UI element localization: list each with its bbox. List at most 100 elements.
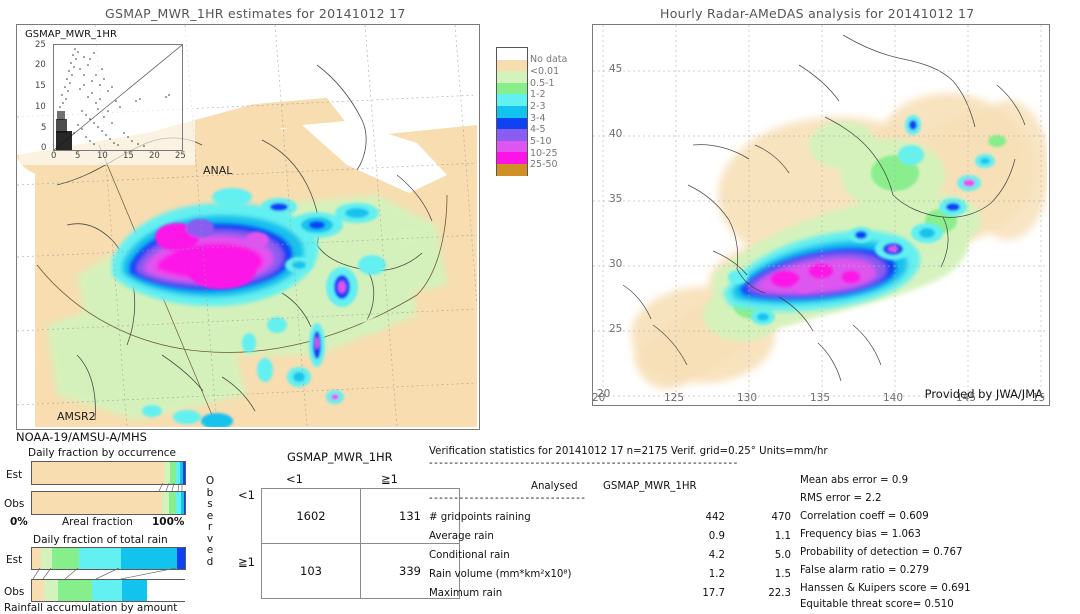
radar-amedas-map[interactable]: 45 40 35 30 25 20 20 Provided by JWA/JMA xyxy=(592,24,1050,406)
inset-ytick-20: 20 xyxy=(35,60,46,70)
contingency-col-lt1: <1 xyxy=(286,472,303,486)
seg-05to1 xyxy=(41,548,52,569)
colorbar-label-4to5: 4-5 xyxy=(530,124,546,135)
colorbar-label-2to3: 2-3 xyxy=(530,101,546,112)
corner-lat-label: 20 xyxy=(617,404,630,405)
inset-xtick-20: 20 xyxy=(149,151,160,161)
scatter-points xyxy=(53,44,183,151)
areal-axis-right: 100% xyxy=(152,516,185,528)
totalrain-obs-bar[interactable] xyxy=(31,579,185,602)
inset-xtick-0: 0 xyxy=(51,151,57,161)
occurrence-chart-title: Daily fraction by occurrence xyxy=(28,447,176,459)
score-correlation-coeff: Correlation coeff = 0.609 xyxy=(800,511,929,522)
seg-4to5 xyxy=(183,462,185,484)
stat-label-average-rain: Average rain xyxy=(429,531,494,542)
seg-lt001 xyxy=(32,548,42,569)
contingency-row-ge1: ≧1 xyxy=(238,555,255,569)
occurrence-connector-lines xyxy=(158,483,183,491)
lat-tick-45: 45 xyxy=(609,63,623,75)
lat-tick-30: 30 xyxy=(609,258,623,270)
colorbar-swatch-2to3 xyxy=(496,94,528,106)
inset-ytick-5: 5 xyxy=(41,123,47,133)
seg-nodata xyxy=(32,492,163,514)
colorbar-label-10to25: 10-25 xyxy=(530,148,558,159)
colorbar-label-lt001: <0.01 xyxy=(530,66,560,77)
colorbar-label-1to2: 1-2 xyxy=(530,89,546,100)
occurrence-est-label: Est xyxy=(6,469,23,481)
colorbar-swatch-05to1 xyxy=(496,71,528,83)
scatter-inset[interactable]: GSMAP_MWR_1HR 25 20 15 10 5 0 0 5 10 15 … xyxy=(19,27,195,165)
colorbar-swatch-3to4 xyxy=(496,105,528,118)
stat-analysed-conditional-rain: 4.2 xyxy=(708,550,725,561)
seg-05to1 xyxy=(44,580,58,601)
totalrain-caption: Rainfall accumulation by amount xyxy=(4,602,178,614)
score-rms-error: RMS error = 2.2 xyxy=(800,493,882,504)
gsmap-estimate-map[interactable]: GSMAP_MWR_1HR 25 20 15 10 5 0 0 5 10 15 … xyxy=(16,24,480,430)
stat-analysed-maximum-rain: 17.7 xyxy=(702,588,725,599)
occurrence-obs-bar[interactable] xyxy=(31,491,186,515)
seg-05to1 xyxy=(162,492,169,514)
colorbar-swatch-25to50 xyxy=(496,152,528,164)
score-false-alarm-ratio: False alarm ratio = 0.279 xyxy=(800,565,929,576)
verification-subdivider: ------------------------------- xyxy=(429,493,587,504)
cell-hit-lt1-lt1: 1602 xyxy=(261,488,361,544)
occurrence-est-bar[interactable] xyxy=(31,461,186,485)
rain-rate-colorbar: No data <0.01 0.5-1 1-2 2-3 3-4 4-5 5-10… xyxy=(496,47,567,176)
totalrain-obs-label: Obs xyxy=(4,586,25,598)
seg-lt001 xyxy=(32,580,45,601)
seg-1to2 xyxy=(51,548,80,569)
stat-estimate-conditional-rain: 5.0 xyxy=(774,550,791,561)
stat-estimate-rain-volume: 1.5 xyxy=(774,569,791,580)
totalrain-est-label: Est xyxy=(6,554,23,566)
map-credit: Provided by JWA/JMA xyxy=(924,387,1043,401)
col-header-estimate: GSMAP_MWR_1HR xyxy=(603,481,697,492)
right-panel-title: Hourly Radar-AMeDAS analysis for 2014101… xyxy=(660,6,975,21)
totalrain-connector-lines xyxy=(32,568,177,579)
colorbar-label-5to10: 5-10 xyxy=(530,136,552,147)
seg-4to5 xyxy=(177,548,185,569)
seg-1to2 xyxy=(168,492,176,514)
verification-header: Verification statistics for 20141012 17 … xyxy=(429,446,828,457)
inset-xtick-10: 10 xyxy=(97,151,108,161)
colorbar-label-3to4: 3-4 xyxy=(530,113,546,124)
seg-3to4 xyxy=(122,580,147,601)
lat-tick-35: 35 xyxy=(609,193,623,205)
totalrain-est-bar[interactable] xyxy=(31,547,186,570)
lon-tick-150: 15 xyxy=(1032,392,1046,404)
seg-1to2 xyxy=(58,580,92,601)
occurrence-obs-label: Obs xyxy=(4,498,25,510)
lon-tick-130: 130 xyxy=(737,392,758,404)
contingency-header: GSMAP_MWR_1HR xyxy=(287,450,393,464)
areal-axis-title: Areal fraction xyxy=(62,516,133,528)
seg-3to4 xyxy=(120,548,178,569)
score-equitable-threat: Equitable threat score= 0.510 xyxy=(800,599,954,610)
seg-empty xyxy=(146,580,185,601)
inset-ytick-0: 0 xyxy=(41,143,47,153)
stat-analysed-rain-volume: 1.2 xyxy=(708,569,725,580)
seg-nodata xyxy=(32,462,164,484)
stat-label-conditional-rain: Conditional rain xyxy=(429,550,510,561)
colorbar-swatch-5to10 xyxy=(496,129,528,141)
lat-tick-40: 40 xyxy=(609,128,623,140)
left-panel-title: GSMAP_MWR_1HR estimates for 20141012 17 xyxy=(105,6,406,21)
score-frequency-bias: Frequency bias = 1.063 xyxy=(800,529,921,540)
score-hanssen-kuipers: Hanssen & Kuipers score = 0.691 xyxy=(800,583,971,594)
colorbar-swatch-nodata xyxy=(496,47,528,60)
right-map-canvas xyxy=(593,25,1047,403)
colorbar-swatch-top xyxy=(496,163,528,176)
colorbar-label-nodata: No data xyxy=(530,54,568,65)
stat-label-maximum-rain: Maximum rain xyxy=(429,588,503,599)
contingency-table: 1602 131 103 339 xyxy=(261,488,460,599)
colorbar-label-25to50: 25-50 xyxy=(530,159,558,170)
amsr2-sensor-label: AMSR2 xyxy=(57,410,96,423)
seg-2to3 xyxy=(79,548,121,569)
lon-tick-20: 20 xyxy=(592,392,606,404)
noaa-sensor-label: NOAA-19/AMSU-A/MHS xyxy=(16,430,147,444)
stat-analysed-gridpoints: 442 xyxy=(705,512,725,523)
lon-tick-140: 140 xyxy=(883,392,904,404)
inset-xtick-25: 25 xyxy=(175,151,186,161)
inset-title: GSMAP_MWR_1HR xyxy=(25,29,117,40)
lon-tick-135: 135 xyxy=(810,392,831,404)
score-mean-abs-error: Mean abs error = 0.9 xyxy=(800,475,909,486)
observed-axis-label: Ob se rv ed xyxy=(205,475,215,568)
